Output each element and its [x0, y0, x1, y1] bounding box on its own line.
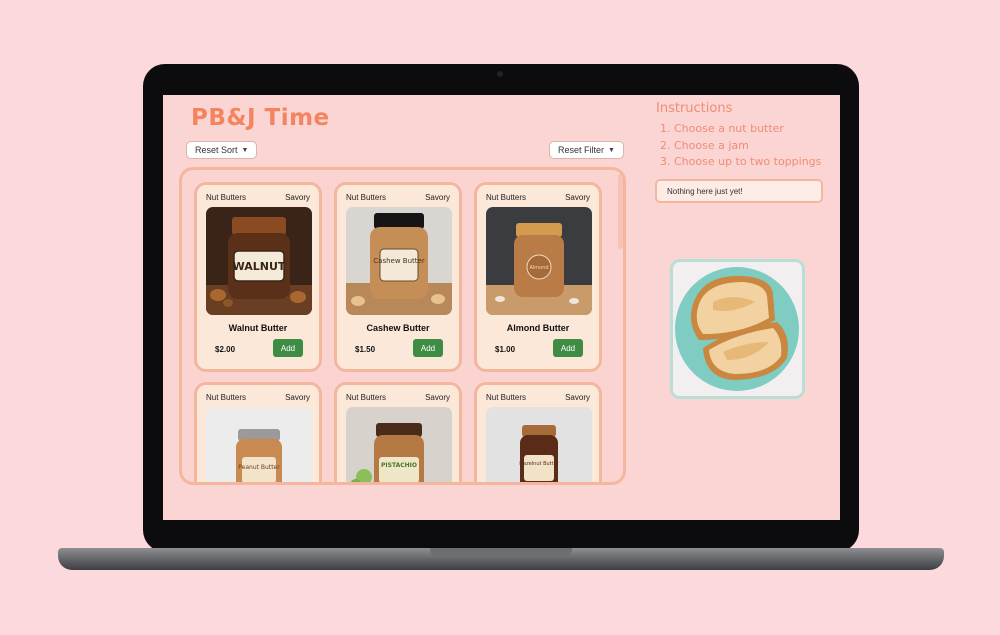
category-tag: Nut Butters: [206, 393, 247, 402]
category-tag: Nut Butters: [346, 393, 387, 402]
product-price: $1.50: [355, 345, 376, 354]
chevron-down-icon: ▼: [241, 146, 249, 154]
category-tag: Nut Butters: [206, 193, 247, 202]
product-price: $2.00: [215, 345, 236, 354]
product-card-peanut: Nut Butters Savory Peanut Butter: [194, 382, 322, 482]
product-price: $1.00: [495, 345, 516, 354]
jar-label-text: PISTACHIO: [381, 462, 417, 469]
add-button[interactable]: Add: [413, 339, 443, 357]
sandwich-preview-image: [670, 259, 805, 399]
walnut-butter-image: WALNUT: [206, 207, 312, 315]
pistachio-butter-image: PISTACHIO: [346, 407, 452, 482]
category-tag: Nut Butters: [346, 193, 387, 202]
app-logo: PB&J Time: [191, 105, 330, 131]
product-card-walnut: Nut Butters Savory WALNUT Walnut Butter …: [194, 182, 322, 372]
jar-label-text: Hazelnut Butter: [519, 461, 559, 467]
product-name: Cashew Butter: [366, 323, 430, 333]
instruction-step: 1. Choose a nut butter: [660, 122, 784, 135]
laptop-notch: [430, 548, 572, 557]
hazelnut-butter-image: Hazelnut Butter: [486, 407, 592, 482]
add-button[interactable]: Add: [553, 339, 583, 357]
selection-summary: Nothing here just yet!: [655, 179, 823, 203]
flavor-tag: Savory: [425, 393, 450, 402]
instructions-title: Instructions: [656, 101, 733, 116]
reset-filter-label: Reset Filter: [558, 145, 605, 155]
category-tag: Nut Butters: [486, 393, 527, 402]
product-card-cashew: Nut Butters Savory Cashew Butter Cashew …: [334, 182, 462, 372]
product-grid[interactable]: Nut Butters Savory WALNUT Walnut Butter …: [179, 167, 626, 485]
flavor-tag: Savory: [285, 393, 310, 402]
cashew-butter-image: Cashew Butter: [346, 207, 452, 315]
product-card-almond: Nut Butters Savory Almond Almond Butter …: [474, 182, 602, 372]
almond-butter-image: Almond: [486, 207, 592, 315]
category-tag: Nut Butters: [486, 193, 527, 202]
scrollbar-thumb[interactable]: [618, 174, 623, 249]
instruction-step: 3. Choose up to two toppings: [660, 155, 822, 168]
camera-dot: [497, 71, 503, 77]
add-button[interactable]: Add: [273, 339, 303, 357]
reset-filter-select[interactable]: Reset Filter ▼: [549, 141, 624, 159]
jar-label-text: Almond: [529, 265, 548, 271]
reset-sort-label: Reset Sort: [195, 145, 238, 155]
flavor-tag: Savory: [565, 393, 590, 402]
instructions-list: 1. Choose a nut butter 2. Choose a jam 3…: [660, 121, 821, 171]
flavor-tag: Savory: [425, 193, 450, 202]
product-card-pistachio: Nut Butters Savory PISTACHIO: [334, 382, 462, 482]
flavor-tag: Savory: [565, 193, 590, 202]
chevron-down-icon: ▼: [608, 146, 615, 154]
app-screen: PB&J Time Reset Sort ▼ Reset Filter ▼ Nu…: [163, 95, 840, 520]
product-name: Walnut Butter: [228, 323, 288, 333]
instruction-step: 2. Choose a jam: [660, 138, 749, 152]
jar-label-text: Cashew Butter: [373, 257, 425, 265]
flavor-tag: Savory: [285, 193, 310, 202]
product-name: Almond Butter: [506, 323, 570, 333]
jar-label-text: Peanut Butter: [238, 464, 280, 471]
reset-sort-select[interactable]: Reset Sort ▼: [186, 141, 258, 159]
jar-label-text: WALNUT: [233, 260, 286, 273]
peanut-butter-image: Peanut Butter: [206, 407, 312, 482]
product-card-hazelnut: Nut Butters Savory Hazelnut Butter: [474, 382, 602, 482]
